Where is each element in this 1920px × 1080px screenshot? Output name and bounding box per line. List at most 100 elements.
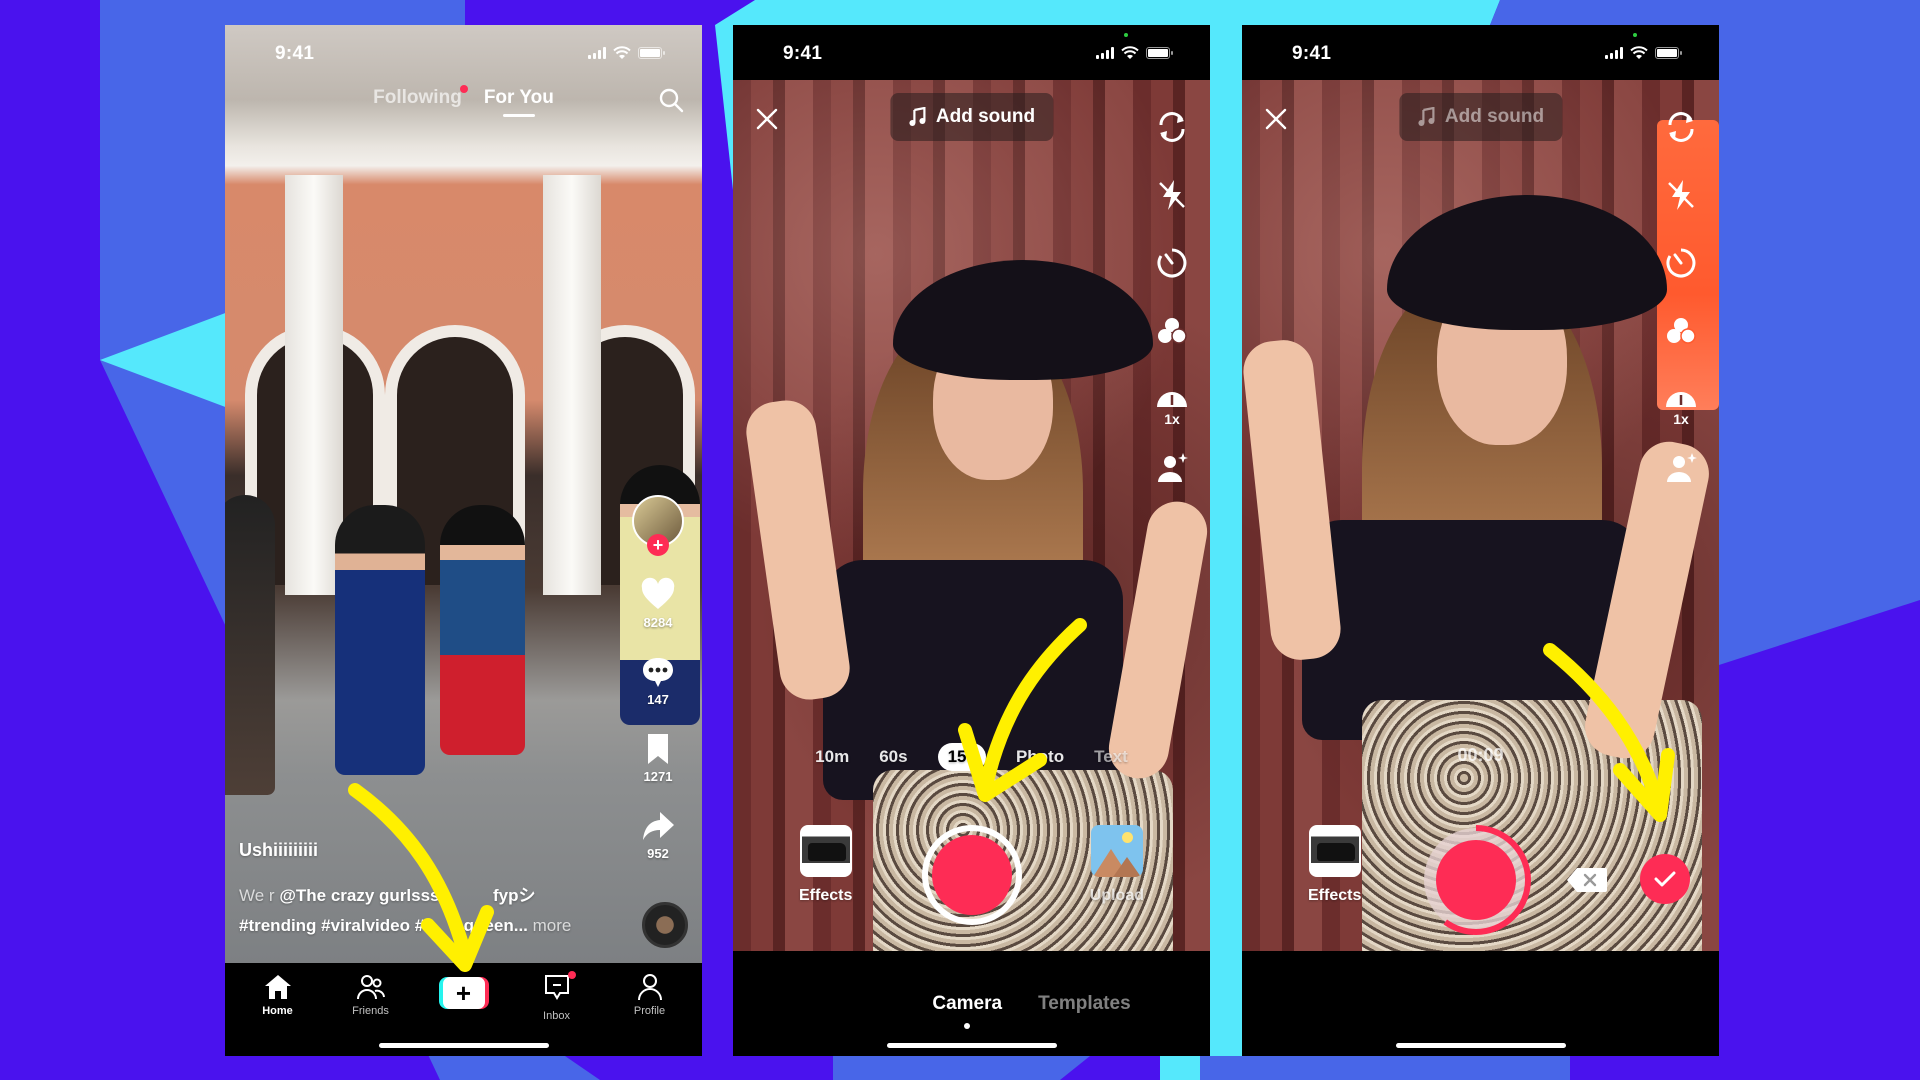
tab-camera[interactable]: Camera [932, 993, 1002, 1015]
camera-bottom-bar: Camera Templates [733, 951, 1210, 1056]
speed-button[interactable]: 1x [1661, 377, 1701, 427]
beauty-icon [1158, 453, 1188, 482]
home-indicator [1395, 1043, 1566, 1048]
add-sound-button[interactable]: Add sound [1398, 93, 1563, 141]
bookmark-icon [648, 734, 668, 764]
phone-recording-screen: 9:41 Add sound 1x 00:09 Effects [1242, 25, 1719, 1056]
effects-thumbnail [1308, 825, 1361, 877]
tab-following[interactable]: Following [373, 85, 468, 109]
heart-icon [641, 577, 675, 609]
battery-icon [1146, 46, 1173, 59]
wifi-icon [1121, 45, 1139, 59]
creator-username[interactable]: Ushiiiiiiiii [239, 840, 619, 861]
music-note-icon [908, 107, 925, 126]
bookmark-button[interactable]: 1271 [640, 731, 676, 784]
filters-icon [1158, 318, 1187, 344]
flash-off-icon [1159, 180, 1185, 210]
creator-avatar[interactable]: + [632, 495, 684, 556]
record-button-recording[interactable] [1416, 820, 1536, 940]
timer-button[interactable] [1152, 241, 1192, 285]
nav-profile[interactable]: Profile [610, 973, 690, 1056]
timer-button[interactable] [1661, 241, 1701, 285]
status-bar: 9:41 [1242, 25, 1719, 80]
record-button[interactable] [921, 825, 1022, 925]
cellular-signal-icon [588, 46, 606, 59]
bg-blue-bottom-2 [833, 1056, 1090, 1080]
timer-icon [1157, 248, 1187, 278]
filters-button[interactable] [1661, 309, 1701, 353]
camera-bottom-bar [1242, 951, 1719, 1056]
gallery-icon [1090, 825, 1143, 877]
tab-for-you[interactable]: For You [484, 87, 554, 109]
flip-camera-icon [1668, 112, 1694, 142]
effects-button[interactable]: Effects [799, 825, 852, 905]
music-disc-icon[interactable] [642, 902, 688, 948]
cellular-signal-icon [1096, 46, 1114, 59]
phone-feed-screen: 9:41 Following For You + 8284 147 1271 9… [225, 25, 702, 1056]
share-count: 952 [647, 846, 669, 861]
mode-15s[interactable]: 15s [937, 743, 986, 771]
hashtag-link[interactable]: fypシ [493, 886, 536, 905]
music-note-icon [1417, 107, 1434, 126]
beauty-button[interactable] [1152, 445, 1192, 489]
delete-segment-icon[interactable] [1567, 867, 1607, 893]
create-plus-icon[interactable]: + [438, 977, 489, 1009]
wifi-icon [613, 45, 631, 59]
comment-count: 147 [647, 692, 669, 707]
video-caption: Ushiiiiiiiii We r @The crazy gurlsss fyp… [239, 840, 619, 941]
camera-tools: 1x [1150, 105, 1194, 489]
mode-selector: 10m 60s 15s Photo Text [733, 743, 1210, 771]
beauty-button[interactable] [1661, 445, 1701, 489]
follow-plus-button[interactable]: + [647, 534, 669, 556]
comment-button[interactable]: 147 [640, 654, 676, 707]
flash-button[interactable] [1152, 173, 1192, 217]
mode-60s[interactable]: 60s [879, 747, 907, 767]
status-bar: 9:41 [733, 25, 1210, 80]
profile-icon [637, 974, 662, 1001]
search-icon[interactable] [658, 87, 684, 113]
home-indicator [378, 1043, 549, 1048]
upload-button[interactable]: Upload [1090, 825, 1144, 905]
status-time: 9:41 [783, 42, 823, 64]
comment-icon [643, 658, 673, 687]
close-icon[interactable] [755, 107, 779, 131]
flash-button[interactable] [1661, 173, 1701, 217]
more-link[interactable]: more [533, 916, 572, 935]
friends-icon [356, 975, 385, 1000]
phone-camera-screen: 9:41 Add sound 1x 10m 60s 15s Photo Text… [733, 25, 1210, 1056]
effects-thumbnail [799, 825, 852, 877]
caption-line-1: We r @The crazy gurlsss fypシ [239, 886, 536, 905]
speed-button[interactable]: 1x [1152, 377, 1192, 427]
mention-link[interactable]: @The crazy gurlsss [279, 886, 439, 905]
close-icon[interactable] [1264, 107, 1288, 131]
caption-line-2: #trending #viralvideo # queen... more [239, 916, 572, 935]
timer-icon [1666, 248, 1696, 278]
mode-photo[interactable]: Photo [1016, 747, 1064, 767]
camera-viewfinder[interactable] [733, 80, 1210, 951]
add-sound-button[interactable]: Add sound [889, 93, 1054, 141]
effects-button[interactable]: Effects [1308, 825, 1361, 905]
cellular-signal-icon [1605, 46, 1623, 59]
inbox-icon [544, 975, 569, 1000]
wifi-icon [1630, 45, 1648, 59]
bookmark-count: 1271 [643, 769, 673, 784]
filters-icon [1667, 318, 1696, 344]
nav-home[interactable]: Home [238, 973, 318, 1056]
share-button[interactable]: 952 [640, 808, 676, 861]
flip-camera-button[interactable] [1661, 105, 1701, 149]
beauty-icon [1667, 453, 1697, 482]
action-rail: + 8284 147 1271 952 [626, 495, 690, 861]
like-count: 8284 [643, 615, 673, 630]
camera-tools: 1x [1659, 105, 1703, 489]
tab-templates[interactable]: Templates [1038, 993, 1131, 1015]
confirm-recording-button[interactable] [1640, 854, 1690, 904]
notification-dot [567, 971, 576, 979]
hashtag-links[interactable]: #trending #viralvideo # [239, 916, 424, 935]
like-button[interactable]: 8284 [640, 577, 676, 630]
flip-camera-icon [1159, 112, 1185, 142]
mode-10m[interactable]: 10m [815, 747, 849, 767]
filters-button[interactable] [1152, 309, 1192, 353]
flip-camera-button[interactable] [1152, 105, 1192, 149]
mode-text[interactable]: Text [1094, 747, 1128, 767]
home-indicator [886, 1043, 1057, 1048]
